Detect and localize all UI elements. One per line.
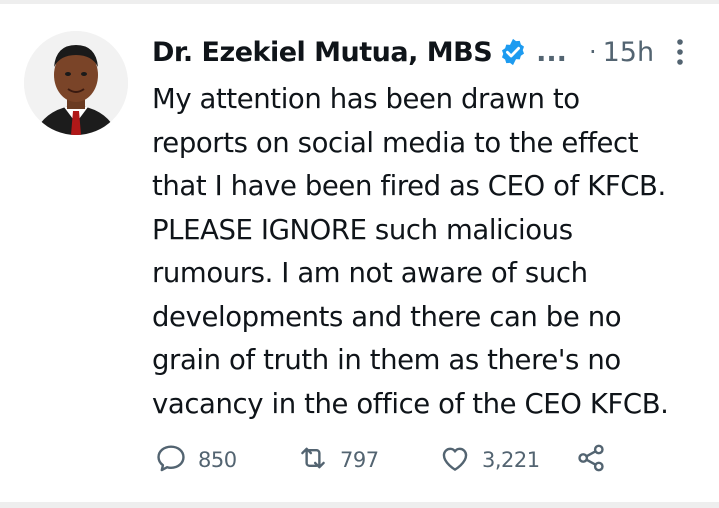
reply-count: 850 (198, 448, 237, 472)
bottom-divider (0, 502, 719, 508)
share-button[interactable] (574, 440, 608, 480)
tweet-text-line: vacancy in the office of the CEO KFCB. (152, 387, 669, 420)
verified-badge-icon (498, 37, 528, 67)
share-icon (574, 441, 608, 479)
tweet-text-line: My attention has been drawn to (152, 83, 580, 115)
tweet-text-line: that I have been fired as CEO of KFCB. (152, 170, 666, 202)
tweet-text-line: rumours. I am not aware of such (152, 257, 588, 289)
tweet-text-line: developments and there can be no (152, 300, 622, 333)
tweet-actions: 850 797 3,221 (154, 440, 624, 480)
author-name[interactable]: Dr. Ezekiel Mutua, MBS (152, 37, 493, 68)
reply-icon (154, 441, 188, 479)
tweet-timestamp[interactable]: 15h (603, 37, 654, 68)
tweet-text-line: reports on social media to the effect (152, 126, 639, 159)
retweet-icon (296, 441, 330, 479)
tweet-text-line: PLEASE IGNORE such malicious (152, 213, 573, 246)
heart-icon (438, 441, 472, 479)
like-count: 3,221 (482, 448, 540, 472)
retweet-count: 797 (340, 448, 379, 472)
header-separator: · (588, 38, 597, 66)
tweet-header: Dr. Ezekiel Mutua, MBS ... · 15h (152, 30, 654, 74)
more-vertical-icon[interactable] (668, 34, 692, 70)
like-button[interactable]: 3,221 (438, 440, 540, 480)
reply-button[interactable]: 850 (154, 440, 237, 480)
retweet-button[interactable]: 797 (296, 440, 379, 480)
tweet-card[interactable]: Dr. Ezekiel Mutua, MBS ... · 15h My atte… (0, 0, 719, 508)
tweet-text-line: grain of truth in them as there's no (152, 344, 621, 376)
name-truncation: ... (536, 36, 567, 68)
tweet-text: My attention has been drawn to reports o… (152, 78, 697, 426)
avatar[interactable] (24, 31, 128, 135)
